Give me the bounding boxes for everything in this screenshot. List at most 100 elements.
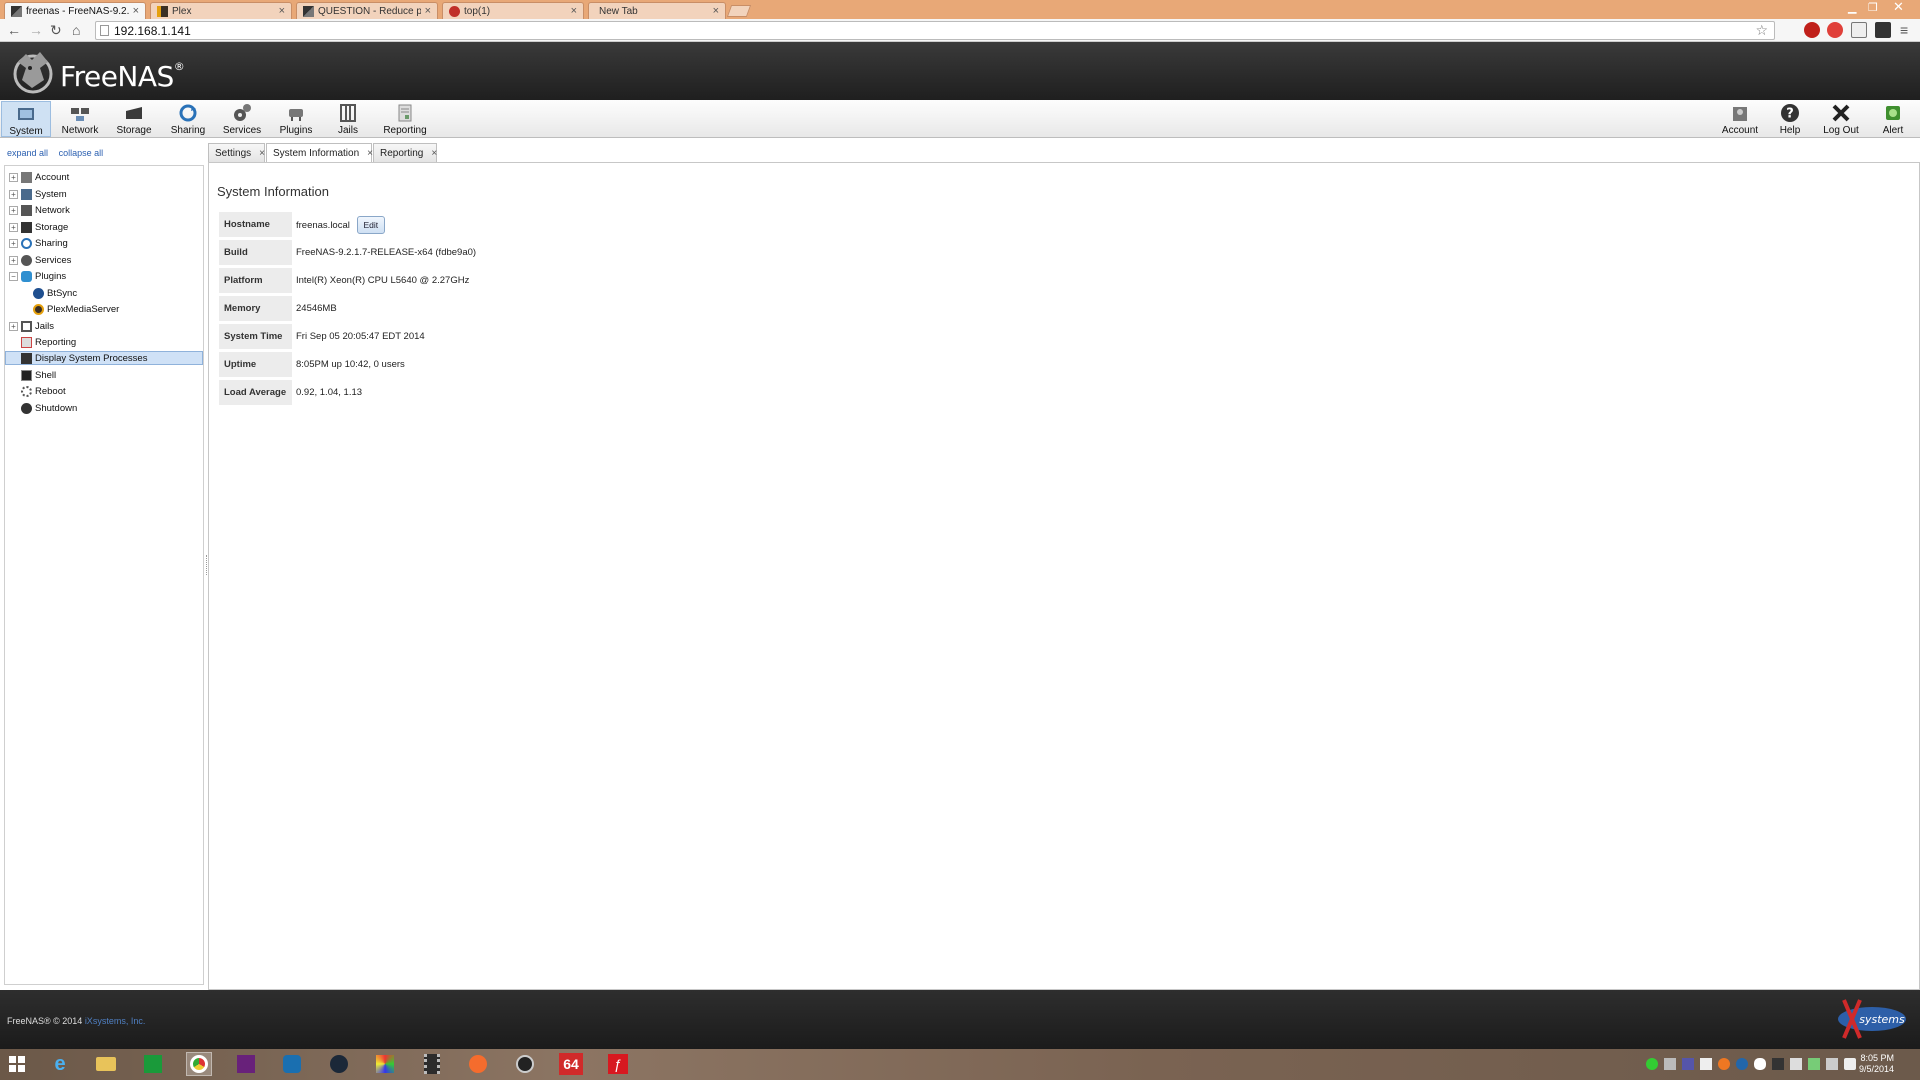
store-icon[interactable] xyxy=(140,1052,166,1076)
sidebar-item-plugins[interactable]: − Plugins xyxy=(9,269,66,283)
toolbar-reporting-button[interactable]: Reporting xyxy=(376,101,434,137)
sidebar-item-sharing[interactable]: + Sharing xyxy=(9,236,68,250)
close-icon[interactable]: × xyxy=(133,5,139,17)
toolbar-logout-button[interactable]: Log Out xyxy=(1816,101,1866,137)
plugins-icon xyxy=(289,109,303,121)
tab-system-information[interactable]: System Information × xyxy=(266,143,373,164)
close-icon[interactable]: × xyxy=(571,5,577,17)
internet-explorer-icon[interactable]: e xyxy=(47,1052,73,1076)
expand-icon[interactable]: + xyxy=(9,238,18,248)
close-icon[interactable]: × xyxy=(425,5,431,17)
ublock-extension-icon[interactable] xyxy=(1804,22,1820,38)
sidebar-item-system[interactable]: + System xyxy=(9,187,67,201)
back-icon[interactable]: ← xyxy=(7,22,21,38)
flash-icon[interactable]: ƒ xyxy=(605,1052,631,1076)
tray-notification-icon[interactable] xyxy=(1700,1058,1712,1070)
toolbar-sharing-button[interactable]: Sharing xyxy=(164,101,212,137)
address-bar[interactable]: 192.168.1.141 ☆ xyxy=(95,21,1775,40)
taskbar-clock[interactable]: 8:05 PM 9/5/2014 xyxy=(1859,1053,1894,1075)
toolbar-system-button[interactable]: System xyxy=(1,101,51,137)
sidebar-item-services[interactable]: + Services xyxy=(9,253,71,267)
expand-icon[interactable]: + xyxy=(9,189,18,199)
minimize-icon[interactable]: ▁ xyxy=(1848,1,1856,14)
window-close-icon[interactable]: ✕ xyxy=(1893,0,1904,15)
tray-display-icon[interactable] xyxy=(1826,1058,1838,1070)
sidebar-item-shutdown[interactable]: Shutdown xyxy=(21,401,77,415)
restore-icon[interactable]: ❐ xyxy=(1868,1,1878,14)
uplay-icon[interactable] xyxy=(279,1052,305,1076)
close-icon[interactable]: × xyxy=(431,148,437,159)
toolbar-jails-button[interactable]: Jails xyxy=(326,101,370,137)
sidebar-item-network[interactable]: + Network xyxy=(9,203,70,217)
processes-icon xyxy=(21,352,32,364)
sidebar-item-shell[interactable]: Shell xyxy=(21,368,56,382)
close-icon[interactable]: × xyxy=(713,5,719,17)
copyright-text: FreeNAS® © 2014 iXsystems, Inc. xyxy=(7,1016,146,1026)
tray-network-icon[interactable] xyxy=(1808,1058,1820,1070)
new-tab-button[interactable] xyxy=(726,5,752,17)
close-icon[interactable]: × xyxy=(279,5,285,17)
start-button[interactable] xyxy=(4,1052,30,1076)
toolbar-plugins-button[interactable]: Plugins xyxy=(272,101,320,137)
sidebar-item-display-system-processes[interactable]: Display System Processes xyxy=(5,351,203,365)
adblock-extension-icon[interactable] xyxy=(1827,22,1843,38)
close-icon[interactable]: × xyxy=(259,148,265,159)
64-app-icon[interactable]: 64 xyxy=(558,1052,584,1076)
tray-app-icon[interactable] xyxy=(1682,1058,1694,1070)
toolbar-help-button[interactable]: ? Help xyxy=(1768,101,1812,137)
tray-app-icon[interactable] xyxy=(1718,1058,1730,1070)
sidebar-item-btsync[interactable]: BtSync xyxy=(33,286,77,300)
collapse-icon[interactable]: − xyxy=(9,271,18,281)
reload-icon[interactable]: ↻ xyxy=(50,22,62,38)
expand-icon[interactable]: + xyxy=(9,172,18,182)
bookmark-star-icon[interactable]: ☆ xyxy=(1755,22,1768,39)
tray-app-icon[interactable] xyxy=(1772,1058,1784,1070)
toolbar-network-button[interactable]: Network xyxy=(56,101,104,137)
ixsystems-link[interactable]: iXsystems, Inc. xyxy=(85,1016,146,1026)
browser-tab-freenas[interactable]: freenas - FreeNAS-9.2.1.7- × xyxy=(4,2,146,19)
browser-tab-question[interactable]: QUESTION - Reduce powe × xyxy=(296,2,438,19)
collapse-all-link[interactable]: collapse all xyxy=(59,148,104,158)
browser-tab-plex[interactable]: Plex × xyxy=(150,2,292,19)
volume-icon[interactable] xyxy=(1844,1058,1856,1070)
toolbar-account-button[interactable]: Account xyxy=(1716,101,1764,137)
sidebar-item-account[interactable]: + Account xyxy=(9,170,69,184)
tray-app-icon[interactable] xyxy=(1646,1058,1658,1070)
tray-app-icon[interactable] xyxy=(1736,1058,1748,1070)
tray-flag-icon[interactable] xyxy=(1790,1058,1802,1070)
sidebar-item-jails[interactable]: + Jails xyxy=(9,319,54,333)
toolbar-alert-button[interactable]: Alert xyxy=(1870,101,1916,137)
origin-icon[interactable] xyxy=(465,1052,491,1076)
browser-tab-top[interactable]: top(1) × xyxy=(442,2,584,19)
tab-settings[interactable]: Settings × xyxy=(208,143,265,162)
file-explorer-icon[interactable] xyxy=(93,1052,119,1076)
expand-icon[interactable]: + xyxy=(9,255,18,265)
tab-reporting[interactable]: Reporting × xyxy=(373,143,437,162)
expand-icon[interactable]: + xyxy=(9,222,18,232)
cube-app-icon[interactable] xyxy=(372,1052,398,1076)
expand-all-link[interactable]: expand all xyxy=(7,148,48,158)
steam-icon[interactable] xyxy=(326,1052,352,1076)
toolbar-services-button[interactable]: Services xyxy=(218,101,266,137)
sidebar-item-storage[interactable]: + Storage xyxy=(9,220,68,234)
media-center-icon[interactable] xyxy=(512,1052,538,1076)
forward-icon[interactable]: → xyxy=(29,22,43,38)
toolbar-storage-button[interactable]: Storage xyxy=(110,101,158,137)
browser-tab-new[interactable]: New Tab × xyxy=(588,2,726,19)
freenas-favicon-icon xyxy=(303,5,314,17)
expand-icon[interactable]: + xyxy=(9,321,18,331)
menu-icon[interactable]: ≡ xyxy=(1900,22,1908,38)
extension-icon[interactable] xyxy=(1875,22,1891,38)
sidebar-item-reboot[interactable]: Reboot xyxy=(21,384,66,398)
home-icon[interactable]: ⌂ xyxy=(72,22,80,38)
sidebar-item-plexmediaserver[interactable]: PlexMediaServer xyxy=(33,302,119,316)
sidebar-item-reporting[interactable]: Reporting xyxy=(21,335,76,349)
expand-icon[interactable]: + xyxy=(9,205,18,215)
edit-hostname-button[interactable]: Edit xyxy=(356,215,386,234)
film-app-icon[interactable] xyxy=(419,1052,445,1076)
visual-studio-icon[interactable] xyxy=(233,1052,259,1076)
cast-extension-icon[interactable] xyxy=(1851,22,1867,38)
tray-cloud-icon[interactable] xyxy=(1754,1058,1766,1070)
chrome-icon[interactable] xyxy=(186,1052,212,1076)
tray-tool-icon[interactable] xyxy=(1664,1058,1676,1070)
